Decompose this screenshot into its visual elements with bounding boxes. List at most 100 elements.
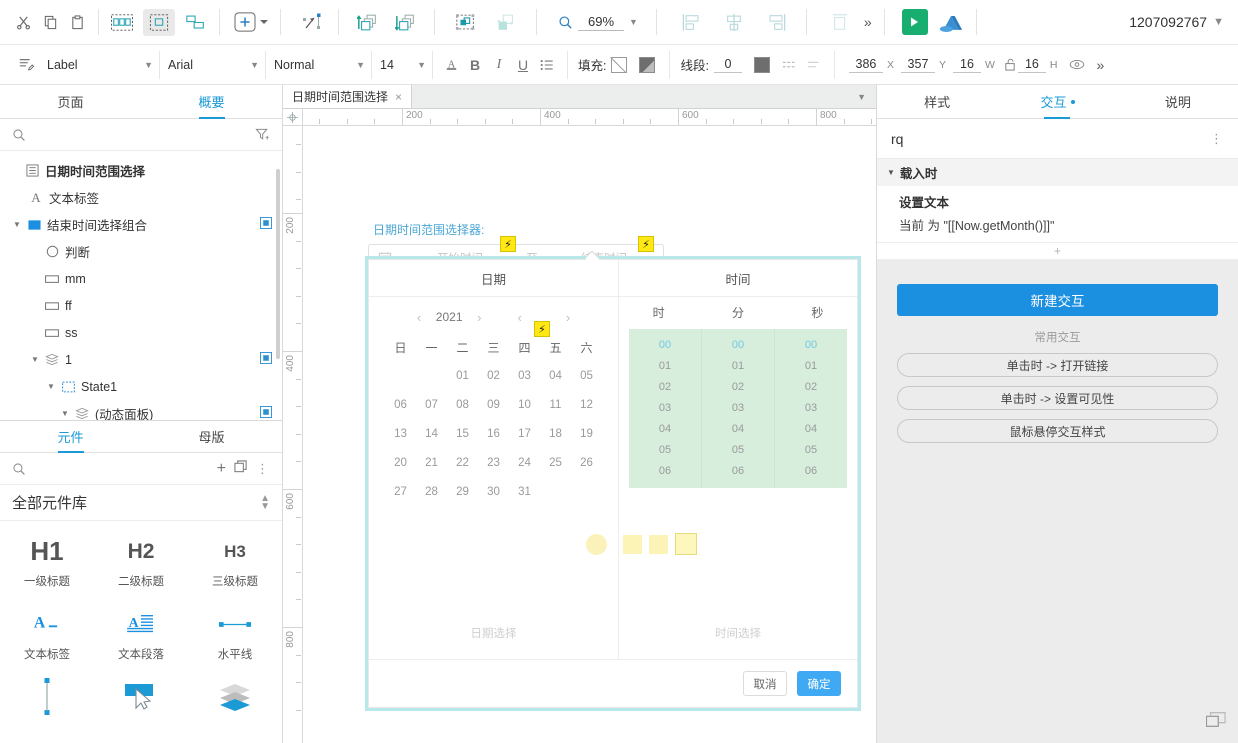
calendar-day-cell[interactable]: 25 xyxy=(540,452,571,475)
italic-icon[interactable]: I xyxy=(487,53,511,77)
bring-forward-icon[interactable] xyxy=(352,9,384,36)
visibility-toggle[interactable] xyxy=(260,352,272,367)
time-cell[interactable]: 00 xyxy=(775,335,847,356)
time-cell[interactable]: 05 xyxy=(775,440,847,461)
tree-node-mm[interactable]: mm xyxy=(0,265,282,292)
copy-icon[interactable] xyxy=(37,9,64,36)
tree-node-ellipse[interactable]: 判断 xyxy=(0,238,282,265)
interaction-bolt-icon[interactable]: ⚡ xyxy=(500,236,516,252)
tab-style[interactable]: 样式 xyxy=(877,85,997,118)
calendar-day-cell[interactable]: 11 xyxy=(540,394,571,417)
tree-scrollbar[interactable] xyxy=(276,169,280,359)
font-weight-select[interactable]: Normal ▼ xyxy=(266,53,371,77)
line-color-swatch[interactable] xyxy=(753,56,770,73)
chevron-down-icon[interactable]: ▼ xyxy=(629,17,638,27)
time-column-hour[interactable]: 00 01 02 03 04 05 06 xyxy=(629,329,702,488)
widget-type-select[interactable]: Label ▼ xyxy=(39,53,159,77)
library-item-vline[interactable] xyxy=(0,675,94,743)
horizontal-ruler-track[interactable]: 200 400 600 800 xyxy=(303,109,876,125)
library-selector[interactable]: 全部元件库 ▲ ▼ xyxy=(0,485,282,522)
calendar-day-cell[interactable]: 12 xyxy=(571,394,602,417)
common-interaction-hover-style[interactable]: 鼠标悬停交互样式 xyxy=(897,419,1218,443)
calendar-day-cell[interactable]: 26 xyxy=(571,452,602,475)
toolbar-more-button[interactable]: » xyxy=(856,14,878,30)
height-input[interactable]: 16 xyxy=(1017,57,1046,73)
visibility-eye-icon[interactable] xyxy=(1065,53,1089,77)
calendar-day-cell[interactable]: 29 xyxy=(447,481,478,504)
calendar-day-cell[interactable]: 21 xyxy=(416,452,447,475)
time-cell[interactable]: 04 xyxy=(775,419,847,440)
zoom-value[interactable]: 69% xyxy=(578,14,624,31)
calendar-day-cell[interactable]: 07 xyxy=(416,394,447,417)
width-input[interactable]: 16 xyxy=(953,57,981,73)
tree-node-ss[interactable]: ss xyxy=(0,319,282,346)
tree-arrow-expanded[interactable]: ▼ xyxy=(44,382,58,391)
library-item-button[interactable] xyxy=(94,675,188,743)
time-column-second[interactable]: 00 01 02 03 04 05 06 xyxy=(775,329,847,488)
time-cell[interactable]: 03 xyxy=(629,398,701,419)
cancel-button[interactable]: 取消 xyxy=(743,671,787,696)
tree-node-state1[interactable]: ▼ State1 xyxy=(0,373,282,400)
chevron-down-icon[interactable]: ▼ xyxy=(887,168,895,177)
year-value[interactable]: 2021 xyxy=(433,310,465,324)
calendar-day-cell[interactable]: 20 xyxy=(385,452,416,475)
outline-search-input[interactable] xyxy=(32,127,249,142)
convert-shape-icon[interactable] xyxy=(450,9,482,36)
group-icon[interactable] xyxy=(106,9,138,36)
calendar-day-cell[interactable]: 15 xyxy=(447,423,478,446)
new-interaction-button[interactable]: 新建交互 xyxy=(897,284,1218,316)
datetime-picker-panel[interactable]: 日期 ‹ 2021 › ‹ › 日 一 二 三 四 五 六 01 02 03 0… xyxy=(365,256,861,711)
distribute-icon[interactable] xyxy=(824,9,856,36)
calendar-day-cell[interactable]: 28 xyxy=(416,481,447,504)
interaction-bolt-icon[interactable]: ⚡ xyxy=(638,236,654,252)
calendar-day-cell[interactable]: 01 xyxy=(447,365,478,388)
page-tab[interactable]: 日期时间范围选择 × xyxy=(283,85,413,108)
calendar-day-cell[interactable]: 13 xyxy=(385,423,416,446)
time-cell[interactable]: 02 xyxy=(629,377,701,398)
library-item-panel[interactable] xyxy=(188,675,282,743)
visibility-toggle[interactable] xyxy=(260,406,272,420)
annotation-square[interactable] xyxy=(649,535,668,554)
tab-widgets[interactable]: 元件 xyxy=(0,421,141,452)
ruler-origin-icon[interactable] xyxy=(283,109,303,125)
time-cell[interactable]: 06 xyxy=(629,461,701,482)
design-canvas[interactable]: 日期时间范围选择器: 开始时间 至 结束时间 ⚡ ⚡ xyxy=(303,126,876,743)
tab-outline[interactable]: 概要 xyxy=(141,85,282,118)
tree-node-ff[interactable]: ff xyxy=(0,292,282,319)
tab-masters[interactable]: 母版 xyxy=(141,421,282,452)
time-cell[interactable]: 01 xyxy=(629,356,701,377)
fill-none-swatch[interactable] xyxy=(611,56,628,73)
annotation-square-selected[interactable] xyxy=(675,533,697,555)
time-cell[interactable]: 00 xyxy=(702,335,774,356)
calendar-day-cell[interactable]: 18 xyxy=(540,423,571,446)
tab-interactions[interactable]: 交互 xyxy=(997,85,1117,118)
library-item-h2[interactable]: H2 二级标题 xyxy=(94,529,188,602)
time-cell[interactable]: 06 xyxy=(702,461,774,482)
time-cell[interactable]: 02 xyxy=(702,377,774,398)
calendar-day-cell[interactable]: 03 xyxy=(509,365,540,388)
common-interaction-set-visibility[interactable]: 单击时 -> 设置可见性 xyxy=(897,386,1218,410)
duplicate-icon[interactable] xyxy=(234,460,248,477)
next-month-icon[interactable]: › xyxy=(566,310,570,325)
widget-title-label[interactable]: 日期时间范围选择器: xyxy=(373,221,484,238)
library-item-h3[interactable]: H3 三级标题 xyxy=(188,529,282,602)
updown-chevron-icon[interactable]: ▲ ▼ xyxy=(260,493,270,511)
font-family-select[interactable]: Arial ▼ xyxy=(160,53,265,77)
page-tabs-dropdown[interactable]: ▼ xyxy=(847,85,876,108)
calendar-day-cell[interactable]: 10 xyxy=(509,394,540,417)
font-size-select[interactable]: 14 ▼ xyxy=(372,53,432,77)
paste-icon[interactable] xyxy=(64,9,91,36)
calendar-day-cell[interactable]: 19 xyxy=(571,423,602,446)
chevron-down-icon[interactable]: ▼ xyxy=(144,60,153,70)
library-item-hline[interactable]: 水平线 xyxy=(188,602,282,675)
prev-month-icon[interactable]: ‹ xyxy=(518,310,522,325)
calendar-day-cell[interactable]: 22 xyxy=(447,452,478,475)
time-cell[interactable]: 05 xyxy=(629,440,701,461)
insert-caret[interactable] xyxy=(260,20,268,24)
calendar-day-cell[interactable]: 09 xyxy=(478,394,509,417)
calendar-day-cell[interactable]: 02 xyxy=(478,365,509,388)
add-action-button[interactable]: + xyxy=(877,242,1238,260)
interaction-bolt-icon[interactable]: ⚡ xyxy=(534,321,550,337)
calendar-day-cell[interactable]: 06 xyxy=(385,394,416,417)
event-action-block[interactable]: 设置文本 当前 为 "[[Now.getMonth()]]" xyxy=(877,186,1238,242)
